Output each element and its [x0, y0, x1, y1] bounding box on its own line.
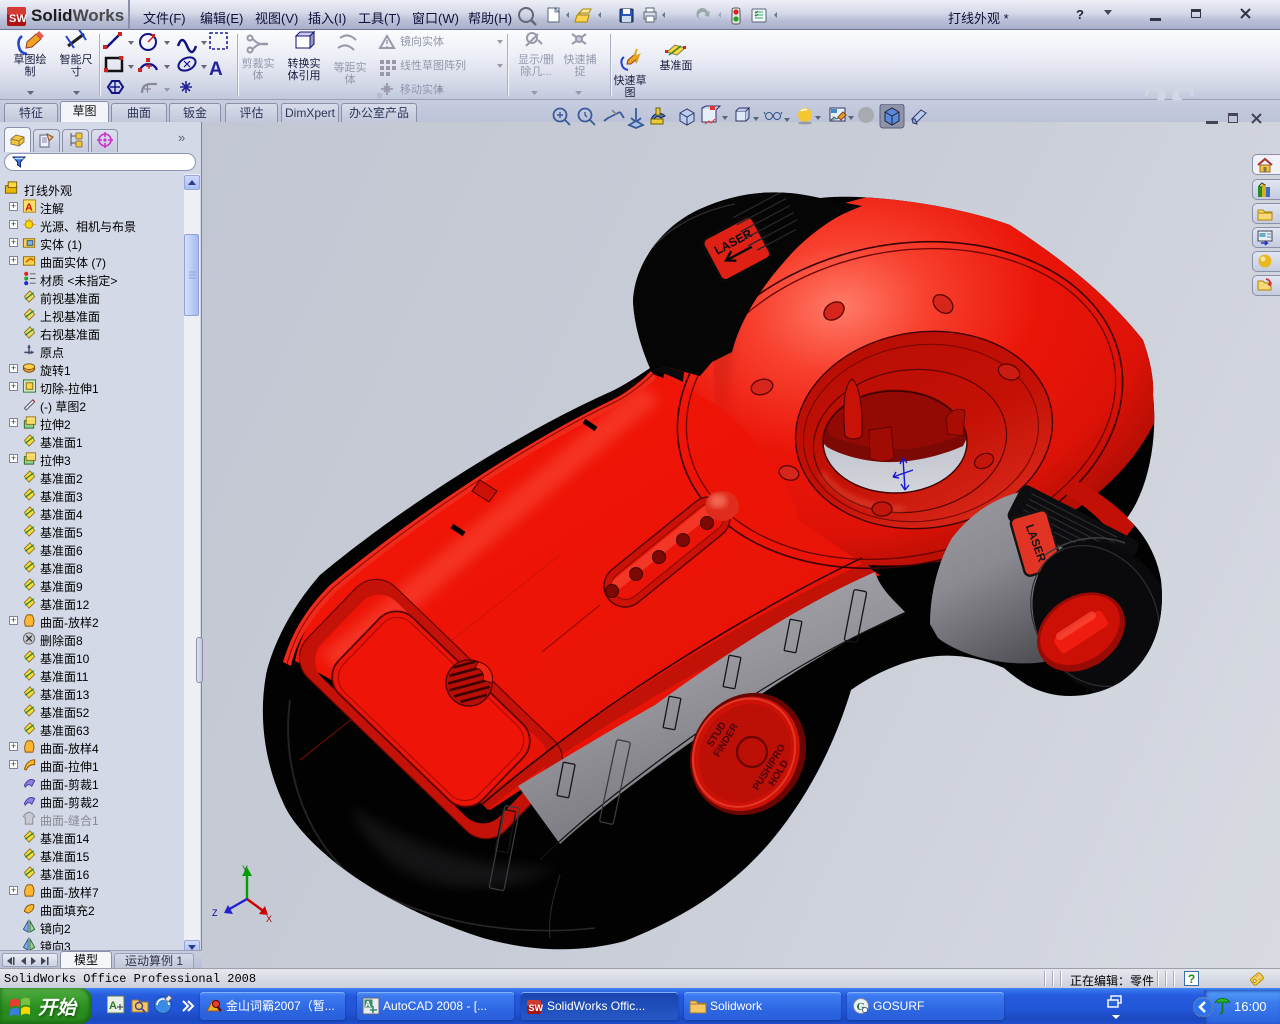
svg-text:Z: Z [212, 908, 218, 918]
svg-text:Y: Y [242, 864, 248, 874]
svg-text:SW: SW [529, 1003, 544, 1013]
svg-text:SW: SW [9, 13, 27, 25]
svg-text:A: A [109, 1000, 117, 1012]
svg-text:A: A [25, 202, 33, 213]
svg-text:A: A [209, 59, 223, 80]
svg-text:X: X [266, 914, 272, 924]
svg-text:A: A [365, 1000, 371, 1009]
